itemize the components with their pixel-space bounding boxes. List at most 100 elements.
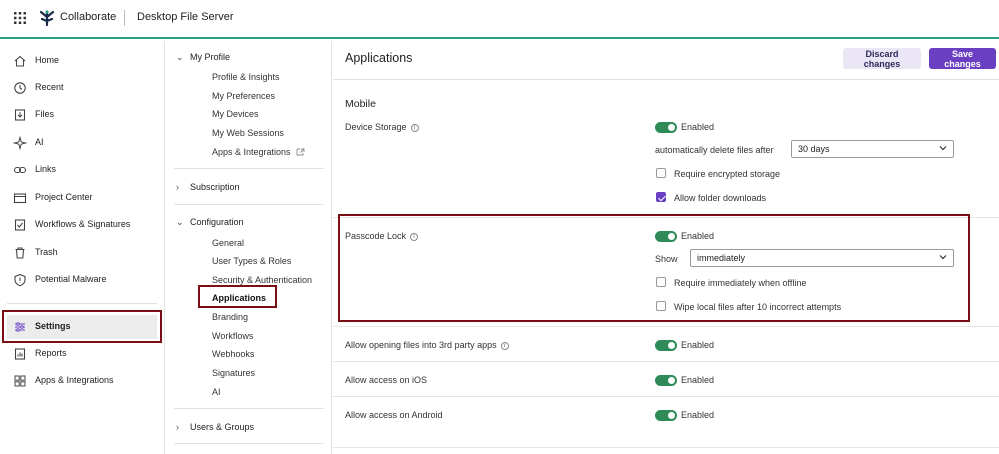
section-subscription[interactable]: › Subscription [176,182,240,192]
settings-subnav: ⌄ My Profile Profile & Insights My Prefer… [166,41,332,454]
info-icon[interactable]: i [410,124,419,132]
require-encrypted-label: Require encrypted storage [674,169,781,179]
row-divider [333,361,999,362]
android-access-toggle[interactable] [655,410,677,421]
nav-potential-malware[interactable]: Potential Malware [0,268,164,292]
subnav-my-preferences[interactable]: My Preferences [212,91,275,101]
title-divider [124,10,125,26]
chevron-down-icon: ⌄ [176,217,184,227]
subnav-my-web-sessions[interactable]: My Web Sessions [212,128,284,138]
auto-delete-select[interactable]: 30 days [791,140,954,158]
row-divider [333,447,999,448]
subnav-divider [174,168,324,169]
device-storage-toggle[interactable] [655,122,677,133]
nav-recent-label: Recent [35,82,64,92]
subnav-ai[interactable]: AI [212,387,221,397]
nav-trash-label: Trash [35,247,58,257]
settings-highlight-box [2,310,162,343]
top-bar: Collaborate Desktop File Server [0,0,999,39]
passcode-lock-highlight-box [338,214,970,322]
row-divider [333,396,999,397]
shield-icon [14,273,26,287]
section-configuration-label: Configuration [190,217,244,227]
nav-workflows[interactable]: Workflows & Signatures [0,213,164,237]
nav-reports-label: Reports [35,348,67,358]
home-icon [14,55,26,67]
third-party-toggle-label: Enabled [681,340,715,350]
chevron-right-icon: › [176,422,179,432]
ios-access-toggle[interactable] [655,375,677,386]
project-icon [13,193,27,204]
discard-changes-button[interactable]: Discard changes [843,48,921,69]
subnav-divider [174,443,324,444]
subnav-general[interactable]: General [212,238,244,248]
nav-divider [7,303,157,304]
main-content: Applications Discard changes Save change… [333,41,999,454]
reports-icon [14,348,26,360]
app-grid-icon[interactable] [14,12,26,24]
nav-potential-malware-label: Potential Malware [35,274,107,284]
files-icon [14,109,26,121]
chevron-down-icon [939,146,947,151]
subnav-user-types-roles[interactable]: User Types & Roles [212,256,291,266]
section-users-groups-label: Users & Groups [190,422,255,432]
subnav-branding[interactable]: Branding [212,312,248,322]
subnav-security-authentication[interactable]: Security & Authentication [212,275,312,285]
section-subscription-label: Subscription [190,182,240,192]
applications-highlight-box [198,285,277,308]
device-storage-label: Device Storage i [345,122,419,132]
chevron-right-icon: › [176,182,179,192]
device-storage-toggle-label: Enabled [681,122,715,132]
workflow-icon [14,219,26,231]
allow-folder-downloads-checkbox[interactable] [656,192,666,202]
nav-apps-integrations-label: Apps & Integrations [35,375,114,385]
chevron-down-icon: ⌄ [176,52,184,62]
device-storage-text: Device Storage [345,122,407,132]
nav-apps-integrations[interactable]: Apps & Integrations [0,369,164,393]
save-changes-button[interactable]: Save changes [929,48,996,69]
link-icon [13,166,27,174]
ios-access-label: Allow access on iOS [345,375,428,385]
subnav-signatures[interactable]: Signatures [212,368,255,378]
header-divider [333,79,999,80]
subnav-workflows[interactable]: Workflows [212,331,253,341]
subnav-webhooks[interactable]: Webhooks [212,349,254,359]
auto-delete-value: 30 days [798,144,830,154]
subnav-apps-integrations[interactable]: Apps & Integrations [212,147,305,157]
nav-files[interactable]: Files [0,103,164,127]
subnav-apps-integrations-label: Apps & Integrations [212,147,291,157]
sparkle-icon [13,136,27,150]
info-icon[interactable]: i [500,342,509,350]
nav-links[interactable]: Links [0,158,164,182]
collaborate-logo-icon [39,10,55,27]
nav-recent[interactable]: Recent [0,76,164,100]
section-my-profile-label: My Profile [190,52,231,62]
nav-links-label: Links [35,164,57,174]
server-name: Desktop File Server [137,11,234,23]
clock-icon [14,82,26,94]
nav-project-center[interactable]: Project Center [0,186,164,210]
allow-folder-downloads-label: Allow folder downloads [674,193,767,203]
section-my-profile[interactable]: ⌄ My Profile [176,52,230,63]
subnav-my-devices[interactable]: My Devices [212,109,259,119]
require-encrypted-checkbox[interactable] [656,168,666,178]
section-configuration[interactable]: ⌄ Configuration [176,217,244,228]
nav-files-label: Files [35,109,55,119]
ios-access-toggle-label: Enabled [681,375,715,385]
section-title-mobile: Mobile [345,98,376,110]
nav-workflows-label: Workflows & Signatures [35,219,131,229]
apps-icon [14,375,26,387]
nav-trash[interactable]: Trash [0,241,164,265]
nav-reports[interactable]: Reports [0,342,164,366]
nav-home-label: Home [35,55,60,65]
left-sidebar: Home Recent Files AI Links Project Cente… [0,41,165,454]
trash-icon [15,247,25,259]
subnav-profile-insights[interactable]: Profile & Insights [212,72,280,82]
nav-ai[interactable]: AI [0,131,164,155]
android-access-label: Allow access on Android [345,410,443,420]
section-users-groups[interactable]: › Users & Groups [176,422,254,432]
nav-project-center-label: Project Center [35,192,93,202]
third-party-toggle[interactable] [655,340,677,351]
row-divider [333,326,999,327]
nav-home[interactable]: Home [0,49,164,73]
